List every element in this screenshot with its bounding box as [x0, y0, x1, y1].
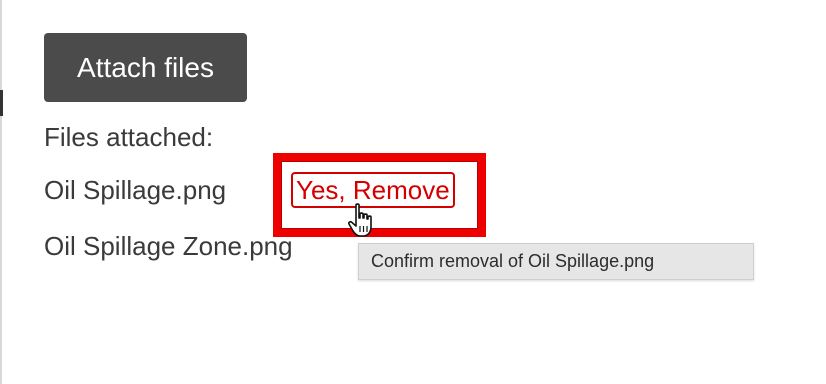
annotation-highlight-box: [273, 153, 486, 237]
confirm-removal-tooltip: Confirm removal of Oil Spillage.png: [358, 243, 754, 280]
files-attached-label: Files attached:: [44, 122, 214, 152]
attached-file-name: Oil Spillage Zone.png: [44, 231, 293, 261]
attach-files-button[interactable]: Attach files: [44, 33, 247, 102]
attached-file-name: Oil Spillage.png: [44, 175, 227, 205]
hand-pointer-icon: [348, 203, 372, 237]
panel-left-border: [0, 0, 2, 384]
scroll-indicator: [0, 90, 3, 116]
file-attachment-panel: Attach files Files attached: Oil Spillag…: [0, 0, 826, 384]
